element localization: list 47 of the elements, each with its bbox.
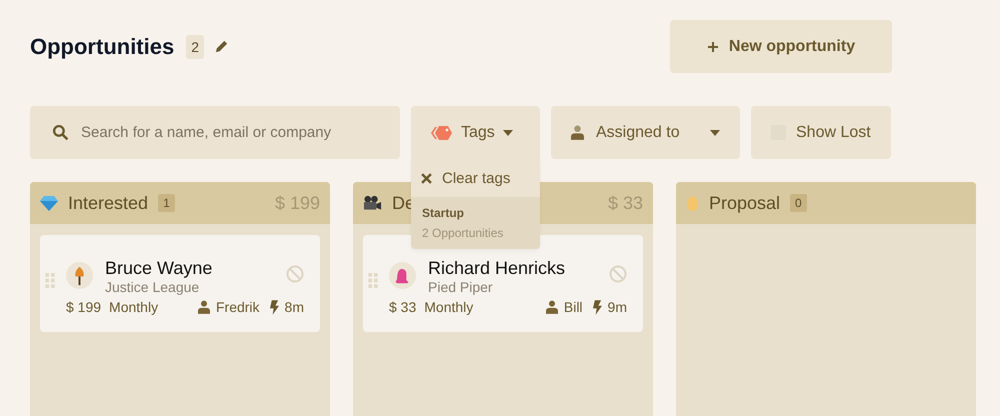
column-title: Interested <box>68 192 148 214</box>
age-text: 8m <box>284 299 304 315</box>
clear-tags-item[interactable]: Clear tags <box>411 159 540 197</box>
lightning-icon <box>592 300 602 314</box>
owner-name: Bill <box>564 299 583 315</box>
tag-option[interactable]: Startup 2 Opportunities <box>411 197 540 249</box>
contact-name: Bruce Wayne <box>105 258 212 278</box>
plus-icon <box>706 40 719 52</box>
caret-icon <box>502 130 513 136</box>
caret-icon <box>710 130 720 136</box>
tag-icon <box>431 124 453 140</box>
tag-name: Startup <box>422 206 465 220</box>
camera-icon <box>363 195 382 211</box>
person-icon <box>546 300 558 314</box>
count-badge: 2 <box>186 34 204 58</box>
person-icon <box>571 125 584 140</box>
count-badge: 0 <box>790 194 807 212</box>
egg-icon <box>686 194 699 212</box>
deal-amount: $ 33 <box>389 299 416 315</box>
opportunity-card[interactable]: Bruce Wayne Justice League $ 199 Monthly Fredrik 8m <box>40 235 320 332</box>
avatar-icon <box>66 262 93 289</box>
deal-amount: $ 199 <box>66 299 102 315</box>
avatar-icon <box>389 262 416 289</box>
contact-name: Richard Henricks <box>428 258 566 278</box>
owner-name: Fredrik <box>216 299 260 315</box>
page-title: Opportunities <box>30 34 174 60</box>
person-icon <box>198 300 210 314</box>
new-opportunity-button[interactable]: New opportunity <box>670 20 892 73</box>
pencil-icon[interactable] <box>214 39 230 54</box>
billing-period: Monthly <box>109 299 158 315</box>
age-text: 9m <box>608 299 627 315</box>
show-lost-toggle[interactable]: Show Lost <box>751 106 891 159</box>
block-icon[interactable] <box>609 265 627 283</box>
search-field[interactable]: Search for a name, email or company <box>30 106 400 159</box>
count-badge: 1 <box>158 194 175 212</box>
drag-handle-icon[interactable] <box>45 273 55 288</box>
block-icon[interactable] <box>286 265 304 283</box>
gem-icon <box>40 195 58 211</box>
column-title: Proposal <box>709 192 780 214</box>
tags-dropdown[interactable]: Tags <box>411 106 540 159</box>
company-name: Pied Piper <box>428 279 494 295</box>
lightning-icon <box>270 300 279 314</box>
assigned-to-dropdown[interactable]: Assigned to <box>551 106 740 159</box>
close-icon <box>421 172 432 184</box>
drag-handle-icon[interactable] <box>368 273 378 288</box>
company-name: Justice League <box>105 279 200 295</box>
billing-period: Monthly <box>424 299 474 315</box>
